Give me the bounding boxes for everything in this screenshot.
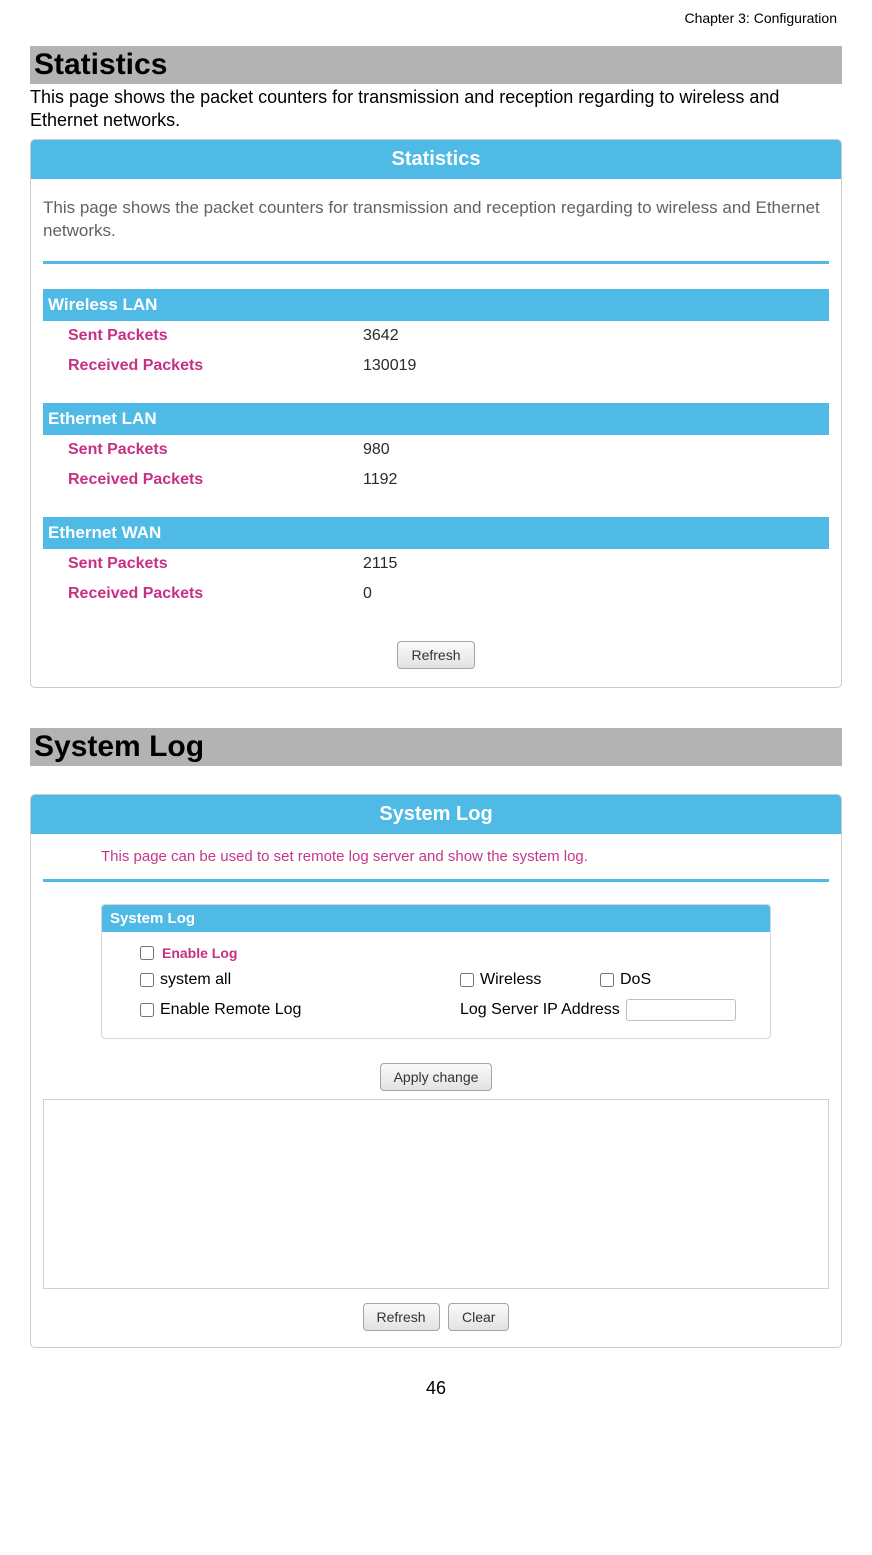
stats-header: Wireless LAN (43, 289, 829, 321)
stats-label: Sent Packets (43, 327, 363, 345)
table-row: Sent Packets 2115 (43, 549, 829, 579)
stats-label: Sent Packets (43, 555, 363, 573)
system-log-panel-intro: This page can be used to set remote log … (31, 834, 841, 879)
enable-remote-log-label: Enable Remote Log (160, 1001, 301, 1019)
stats-label: Received Packets (43, 585, 363, 603)
statistics-panel-intro: This page shows the packet counters for … (31, 179, 841, 261)
log-server-ip-input[interactable] (626, 999, 736, 1021)
table-row: Received Packets 130019 (43, 351, 829, 381)
refresh-log-button[interactable]: Refresh (363, 1303, 440, 1331)
system-log-settings-box: System Log Enable Log system all Wireles… (101, 904, 771, 1039)
log-textarea[interactable] (43, 1099, 829, 1289)
section-title-statistics: Statistics (30, 46, 842, 84)
stats-value: 0 (363, 585, 372, 603)
stats-value: 3642 (363, 327, 399, 345)
system-log-box-header: System Log (102, 905, 770, 932)
chapter-header: Chapter 3: Configuration (30, 10, 842, 26)
stats-header: Ethernet LAN (43, 403, 829, 435)
apply-change-button[interactable]: Apply change (380, 1063, 493, 1091)
system-all-label: system all (160, 971, 231, 989)
clear-log-button[interactable]: Clear (448, 1303, 509, 1331)
section-desc-statistics: This page shows the packet counters for … (30, 86, 842, 133)
enable-log-checkbox[interactable] (140, 946, 154, 960)
refresh-button[interactable]: Refresh (397, 641, 474, 669)
divider (43, 879, 829, 882)
table-row: Received Packets 0 (43, 579, 829, 609)
stats-block-ethernet-lan: Ethernet LAN Sent Packets 980 Received P… (43, 403, 829, 495)
stats-value: 980 (363, 441, 390, 459)
enable-remote-log-checkbox[interactable] (140, 1003, 154, 1017)
dos-label: DoS (620, 971, 651, 989)
stats-label: Received Packets (43, 471, 363, 489)
section-title-system-log: System Log (30, 728, 842, 766)
stats-value: 130019 (363, 357, 416, 375)
stats-block-wireless-lan: Wireless LAN Sent Packets 3642 Received … (43, 289, 829, 381)
system-log-panel-header: System Log (31, 795, 841, 834)
table-row: Received Packets 1192 (43, 465, 829, 495)
stats-header: Ethernet WAN (43, 517, 829, 549)
statistics-panel-header: Statistics (31, 140, 841, 179)
enable-log-label: Enable Log (162, 945, 237, 961)
statistics-panel: Statistics This page shows the packet co… (30, 139, 842, 688)
wireless-label: Wireless (480, 971, 541, 989)
table-row: Sent Packets 3642 (43, 321, 829, 351)
page-number: 46 (30, 1378, 842, 1399)
stats-block-ethernet-wan: Ethernet WAN Sent Packets 2115 Received … (43, 517, 829, 609)
stats-value: 1192 (363, 471, 397, 489)
table-row: Sent Packets 980 (43, 435, 829, 465)
stats-label: Received Packets (43, 357, 363, 375)
system-all-checkbox[interactable] (140, 973, 154, 987)
system-log-panel: System Log This page can be used to set … (30, 794, 842, 1348)
stats-value: 2115 (363, 555, 397, 573)
divider (43, 261, 829, 264)
dos-checkbox[interactable] (600, 973, 614, 987)
wireless-checkbox[interactable] (460, 973, 474, 987)
log-server-ip-label: Log Server IP Address (460, 1001, 620, 1019)
stats-label: Sent Packets (43, 441, 363, 459)
